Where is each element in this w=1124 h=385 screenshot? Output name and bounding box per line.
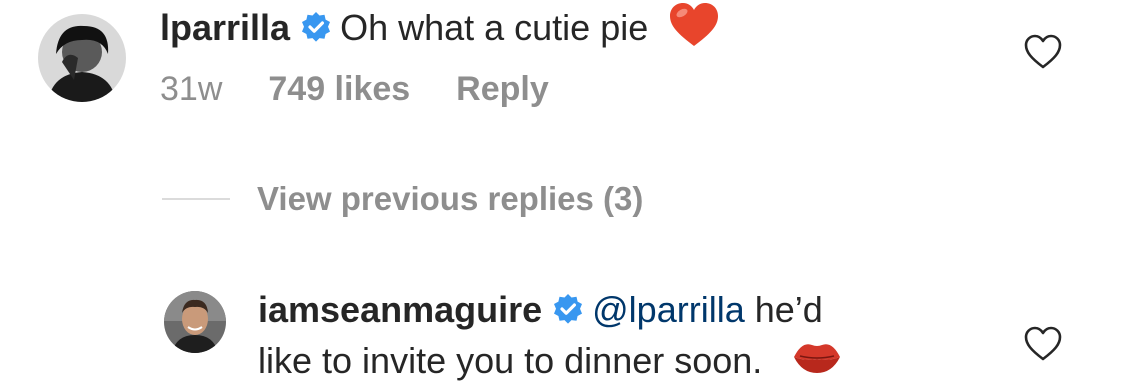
view-previous-replies-button[interactable]: View previous replies (3)	[257, 180, 643, 218]
avatar-lparrilla[interactable]	[38, 14, 126, 102]
verified-badge-icon	[552, 293, 584, 333]
comment-timestamp: 31w	[160, 70, 223, 108]
comment-meta: 31w 749 likes Reply	[160, 70, 595, 109]
comment-text: Oh what a cutie pie	[340, 7, 649, 48]
verified-badge-icon	[300, 11, 332, 51]
reply-body-line2: like to invite you to dinner soon.	[258, 337, 842, 385]
like-heart-icon[interactable]	[1024, 326, 1062, 367]
comment-body: lparrilla Oh what a cutie pie	[160, 2, 720, 56]
kiss-mark-emoji-icon	[792, 337, 842, 385]
avatar-image	[38, 14, 126, 102]
like-heart-icon[interactable]	[1024, 34, 1062, 75]
reply-body: iamseanmaguire @lparrilla he’d	[258, 290, 823, 333]
replies-divider	[162, 198, 230, 200]
avatar-image	[164, 291, 226, 353]
reply-text-line1: he’d	[754, 289, 823, 330]
reply-username[interactable]: iamseanmaguire	[258, 289, 542, 330]
red-heart-emoji-icon	[668, 2, 720, 56]
comment-likes[interactable]: 749 likes	[268, 70, 410, 109]
avatar-iamseanmaguire[interactable]	[164, 291, 226, 353]
reply-text-line2: like to invite you to dinner soon.	[258, 340, 763, 381]
reply-mention-link[interactable]: @lparrilla	[592, 289, 745, 330]
reply-button[interactable]: Reply	[456, 70, 549, 109]
comment-username[interactable]: lparrilla	[160, 7, 290, 48]
